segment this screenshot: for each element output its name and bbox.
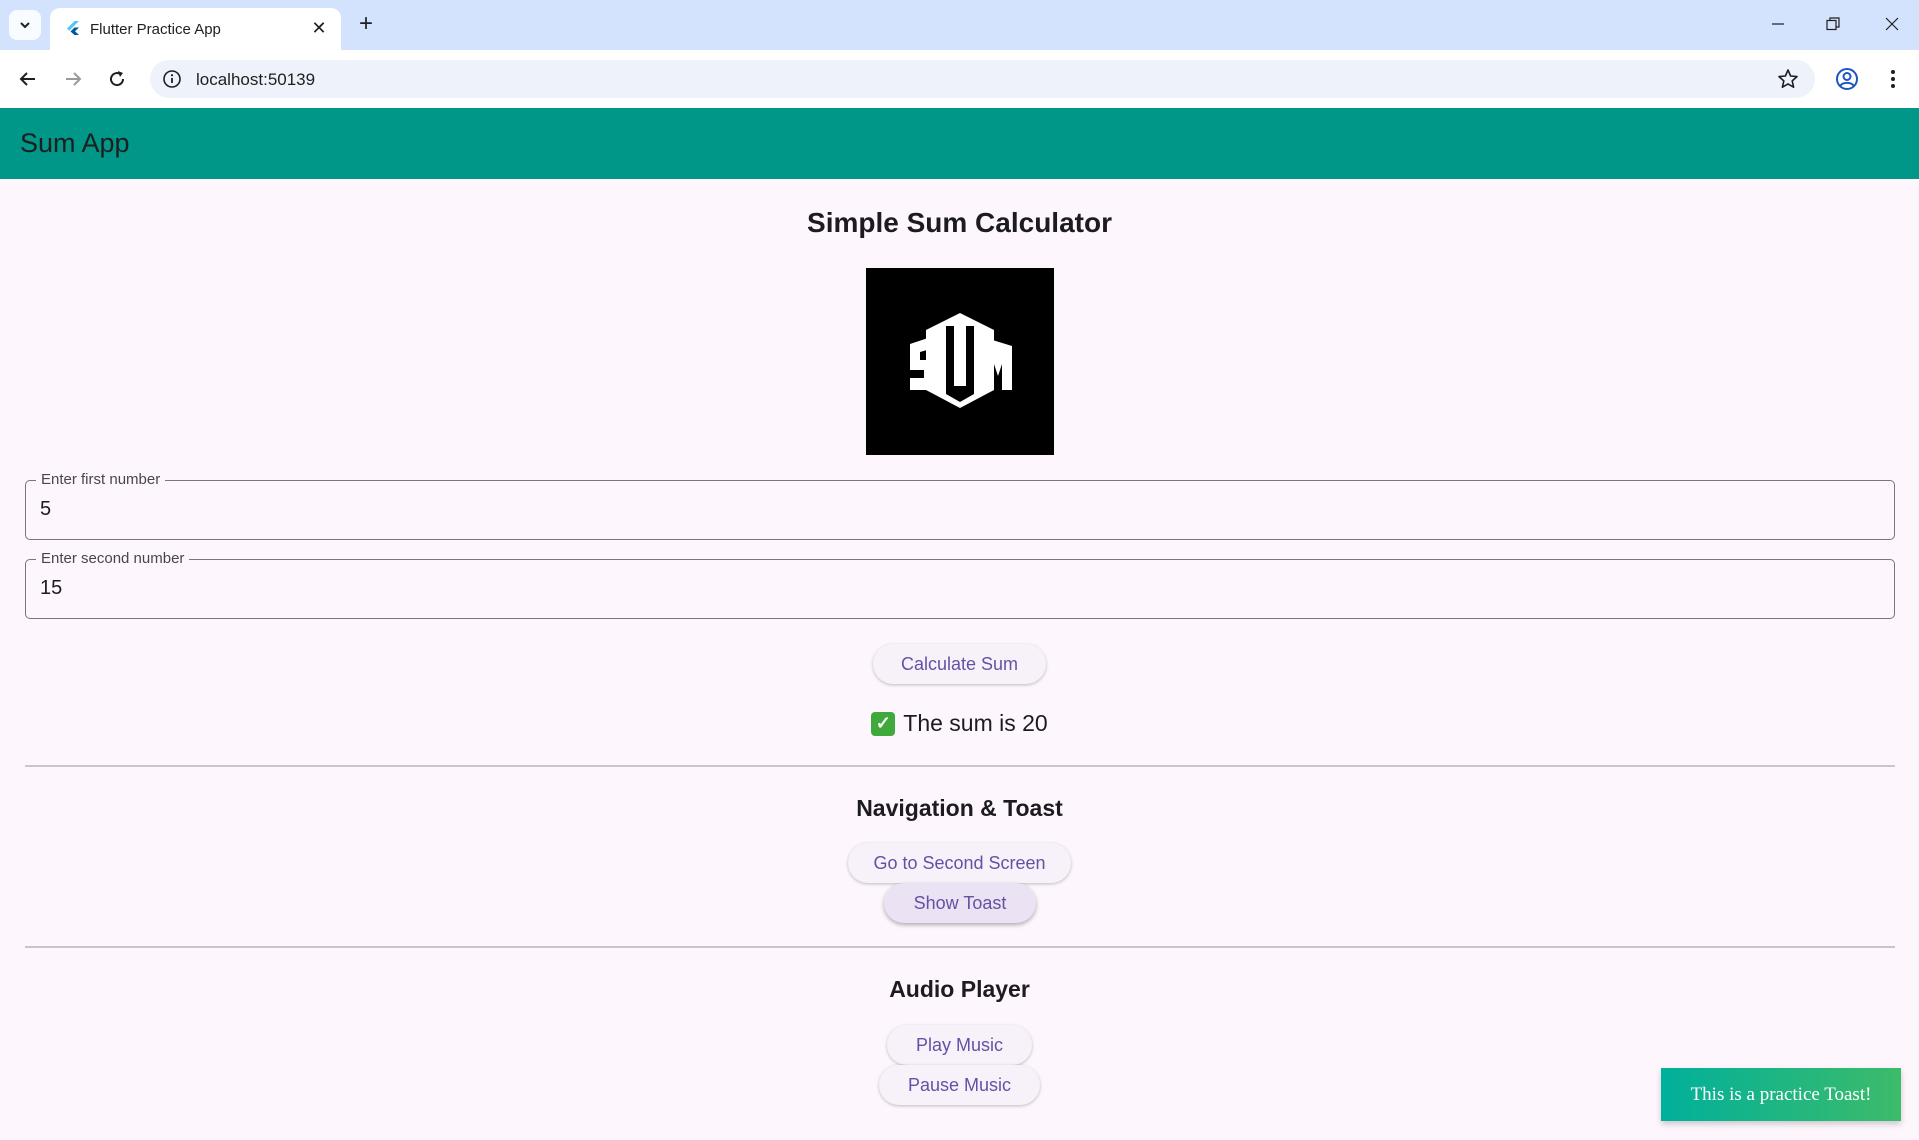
sum-result-text: The sum is 20 (903, 710, 1048, 736)
sum-result: ✓ The sum is 20 (0, 710, 1919, 737)
profile-icon[interactable] (1834, 66, 1860, 92)
back-arrow-icon[interactable] (12, 63, 44, 95)
first-number-field[interactable]: Enter first number (25, 471, 1895, 540)
forward-arrow-icon[interactable] (57, 63, 89, 95)
restore-icon[interactable] (1813, 6, 1853, 42)
play-music-button[interactable]: Play Music (887, 1025, 1032, 1065)
first-number-label: Enter first number (36, 471, 166, 488)
pause-music-button[interactable]: Pause Music (879, 1065, 1040, 1105)
toast-message: This is a practice Toast! (1690, 1083, 1872, 1105)
second-number-input[interactable] (40, 577, 1840, 600)
address-bar[interactable]: localhost:50139 (150, 60, 1815, 98)
second-number-field[interactable]: Enter second number (25, 550, 1895, 619)
toast-notification: This is a practice Toast! (1661, 1068, 1901, 1121)
chevron-down-icon (20, 22, 30, 29)
flutter-icon (67, 21, 79, 35)
star-icon[interactable] (1777, 68, 1799, 90)
calculator-heading: Simple Sum Calculator (807, 207, 1112, 238)
close-icon[interactable]: ✕ (307, 16, 331, 40)
show-toast-button[interactable]: Show Toast (884, 883, 1036, 923)
plus-icon[interactable]: + (351, 9, 381, 39)
browser-tab-bar: Flutter Practice App ✕ + (0, 0, 1919, 50)
check-mark-icon: ✓ (871, 711, 896, 736)
go-to-second-screen-button[interactable]: Go to Second Screen (848, 843, 1071, 883)
browser-tab[interactable]: Flutter Practice App ✕ (50, 8, 341, 50)
calculate-sum-button[interactable]: Calculate Sum (873, 644, 1046, 684)
navigation-heading: Navigation & Toast (856, 795, 1063, 821)
url-text[interactable]: localhost:50139 (196, 70, 315, 90)
first-number-input[interactable] (40, 498, 1840, 521)
info-icon[interactable] (162, 69, 182, 89)
divider (25, 946, 1895, 948)
tab-title: Flutter Practice App (90, 21, 221, 38)
window-close-icon[interactable] (1872, 6, 1912, 42)
reload-icon[interactable] (101, 63, 133, 95)
minimize-icon[interactable] (1758, 6, 1798, 42)
browser-toolbar: localhost:50139 (0, 50, 1919, 108)
main-content[interactable]: Simple Sum Calculator Enter first number… (0, 179, 1919, 1140)
app-bar: Sum App (0, 108, 1919, 179)
second-number-label: Enter second number (36, 550, 190, 567)
audio-heading: Audio Player (889, 976, 1030, 1002)
app-title: Sum App (20, 128, 130, 158)
divider (25, 765, 1895, 767)
sum-logo (866, 268, 1054, 455)
kebab-menu-icon[interactable] (1880, 66, 1906, 92)
tab-search-button[interactable] (9, 10, 41, 40)
